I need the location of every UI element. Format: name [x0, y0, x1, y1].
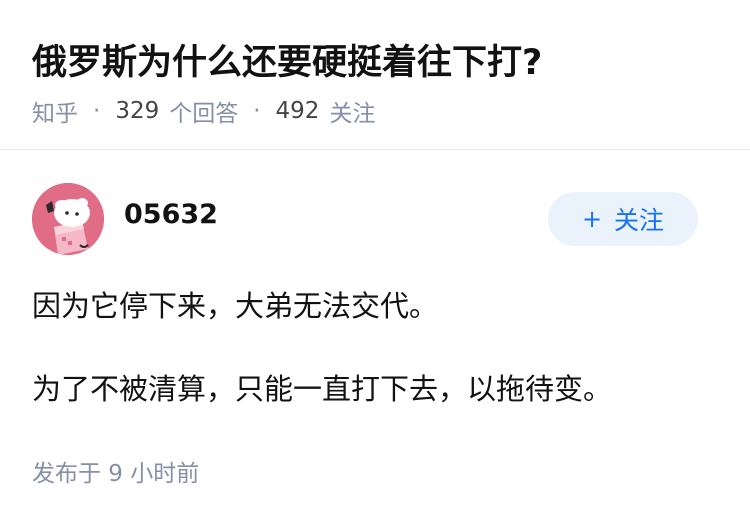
answer-paragraph: 因为它停下来，大弟无法交代。	[32, 289, 439, 323]
meta-separator: ·	[93, 98, 101, 124]
meta-separator: ·	[253, 98, 261, 124]
follower-count-label: 关注	[329, 101, 376, 127]
answer-page: 俄罗斯为什么还要硬挺着往下打? 知乎 · 329 个回答 · 492 关注 05…	[0, 0, 750, 518]
question-header: 俄罗斯为什么还要硬挺着往下打? 知乎 · 329 个回答 · 492 关注	[0, 0, 750, 150]
plus-icon: +	[581, 205, 603, 233]
answer-body: 因为它停下来，大弟无法交代。 为了不被清算，只能一直打下去，以拖待变。	[32, 286, 722, 409]
author-name[interactable]: 05632	[124, 199, 218, 230]
follow-button[interactable]: + 关注	[548, 192, 698, 246]
publish-time: 发布于 9 小时前	[32, 461, 200, 487]
avatar[interactable]	[32, 183, 104, 255]
follow-button-label: 关注	[614, 206, 665, 235]
question-title[interactable]: 俄罗斯为什么还要硬挺着往下打?	[32, 34, 542, 85]
question-meta: 知乎 · 329 个回答 · 492 关注	[32, 94, 375, 128]
answer-paragraph: 为了不被清算，只能一直打下去，以拖待变。	[32, 372, 613, 406]
avatar-illustration-icon	[32, 183, 104, 255]
follower-count: 492	[275, 98, 320, 124]
answer-count-label: 个回答	[169, 101, 239, 127]
author-row: 05632 + 关注	[32, 183, 718, 255]
answer-count: 329	[115, 98, 160, 124]
source-label[interactable]: 知乎	[32, 94, 78, 128]
